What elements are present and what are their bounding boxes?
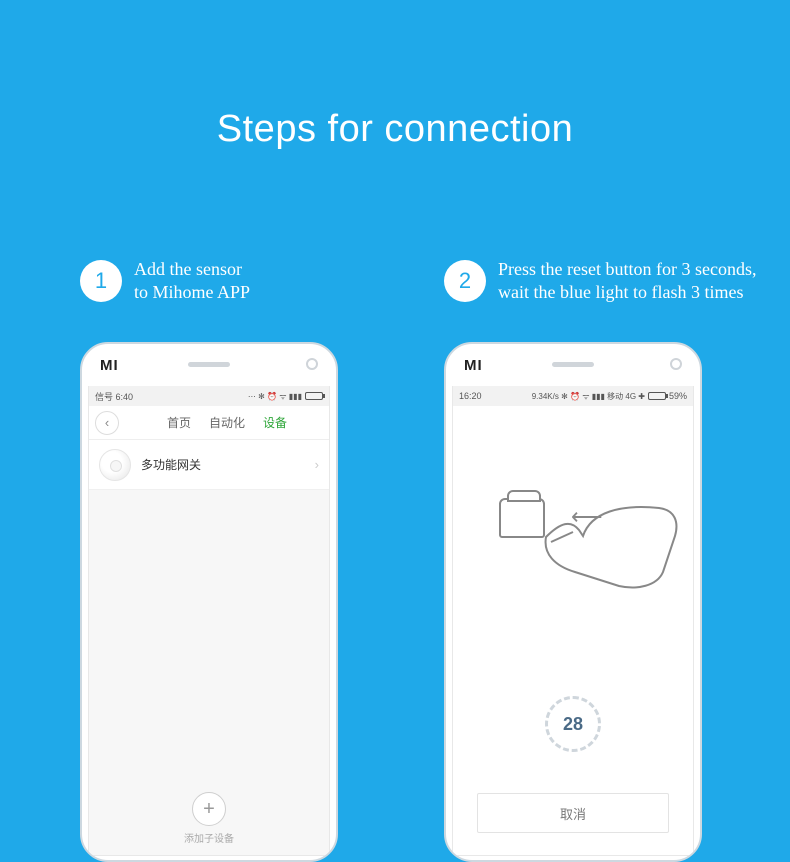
phone-mockup-1: MI 信号 6:40 ⋯ ✻ ⏰ ᯤ ▮▮▮ ‹ 首页 自动化 设备 多功能网关… — [80, 342, 338, 862]
status-indicators: ⋯ ✻ ⏰ ᯤ ▮▮▮ — [248, 391, 302, 402]
add-device-button[interactable]: + — [192, 792, 226, 826]
status-icons: 9.34K/s ✻ ⏰ ᯤ ▮▮▮ 移动 4G ✚ 59% — [532, 391, 687, 402]
add-device-area: + 添加子设备 — [89, 792, 329, 845]
status-time: 信号 6:40 — [95, 390, 133, 403]
sensor-illustration — [499, 498, 545, 538]
back-button[interactable]: ‹ — [95, 411, 119, 435]
step-1-text: Add the sensor to Mihome APP — [134, 258, 250, 303]
cancel-button[interactable]: 取消 — [477, 793, 669, 833]
tab-devices[interactable]: 设备 — [263, 414, 287, 431]
chevron-left-icon: ‹ — [105, 415, 109, 430]
tab-automation[interactable]: 自动化 — [209, 414, 245, 431]
device-name-label: 多功能网关 — [141, 456, 315, 473]
step-2-text: Press the reset button for 3 seconds, wa… — [498, 258, 756, 303]
plus-icon: + — [203, 798, 215, 821]
pairing-panel: ⟵ 28 取消 — [453, 406, 693, 855]
step-2-line2: wait the blue light to flash 3 times — [498, 281, 756, 304]
speaker-icon — [552, 362, 594, 367]
camera-icon — [306, 358, 318, 370]
mi-logo-icon: MI — [100, 357, 119, 374]
phone-1-screen: 信号 6:40 ⋯ ✻ ⏰ ᯤ ▮▮▮ ‹ 首页 自动化 设备 多功能网关 › … — [88, 386, 330, 856]
status-bar: 16:20 9.34K/s ✻ ⏰ ᯤ ▮▮▮ 移动 4G ✚ 59% — [453, 386, 693, 406]
status-time: 16:20 — [459, 391, 482, 401]
add-device-label: 添加子设备 — [89, 830, 329, 845]
phone-2-screen: 16:20 9.34K/s ✻ ⏰ ᯤ ▮▮▮ 移动 4G ✚ 59% ⟵ 28… — [452, 386, 694, 856]
step-1-line1: Add the sensor — [134, 258, 250, 281]
status-bar: 信号 6:40 ⋯ ✻ ⏰ ᯤ ▮▮▮ — [89, 386, 329, 406]
battery-percent: 59% — [669, 391, 687, 401]
hand-press-icon — [541, 502, 681, 592]
device-row-gateway[interactable]: 多功能网关 › — [89, 440, 329, 490]
battery-icon — [305, 392, 323, 400]
step-2-header: 2 Press the reset button for 3 seconds, … — [444, 258, 756, 303]
phone-bezel-top: MI — [446, 344, 700, 386]
step-1-line2: to Mihome APP — [134, 281, 250, 304]
status-icons: ⋯ ✻ ⏰ ᯤ ▮▮▮ — [248, 391, 323, 402]
arrow-left-icon: ⟵ — [571, 504, 603, 530]
speaker-icon — [188, 362, 230, 367]
battery-icon — [648, 392, 666, 400]
page-title: Steps for connection — [0, 108, 790, 151]
gateway-icon — [99, 449, 131, 481]
phone-bezel-top: MI — [82, 344, 336, 386]
step-badge-1: 1 — [80, 260, 122, 302]
phone-mockup-2: MI 16:20 9.34K/s ✻ ⏰ ᯤ ▮▮▮ 移动 4G ✚ 59% ⟵… — [444, 342, 702, 862]
tab-home[interactable]: 首页 — [167, 414, 191, 431]
tab-bar: ‹ 首页 自动化 设备 — [89, 406, 329, 440]
step-2-line1: Press the reset button for 3 seconds, — [498, 258, 756, 281]
status-net: 9.34K/s ✻ ⏰ ᯤ ▮▮▮ 移动 4G ✚ — [532, 391, 645, 402]
step-1-header: 1 Add the sensor to Mihome APP — [80, 258, 250, 303]
mi-logo-icon: MI — [464, 357, 483, 374]
countdown-timer: 28 — [545, 696, 601, 752]
camera-icon — [670, 358, 682, 370]
step-badge-2: 2 — [444, 260, 486, 302]
chevron-right-icon: › — [315, 457, 319, 472]
